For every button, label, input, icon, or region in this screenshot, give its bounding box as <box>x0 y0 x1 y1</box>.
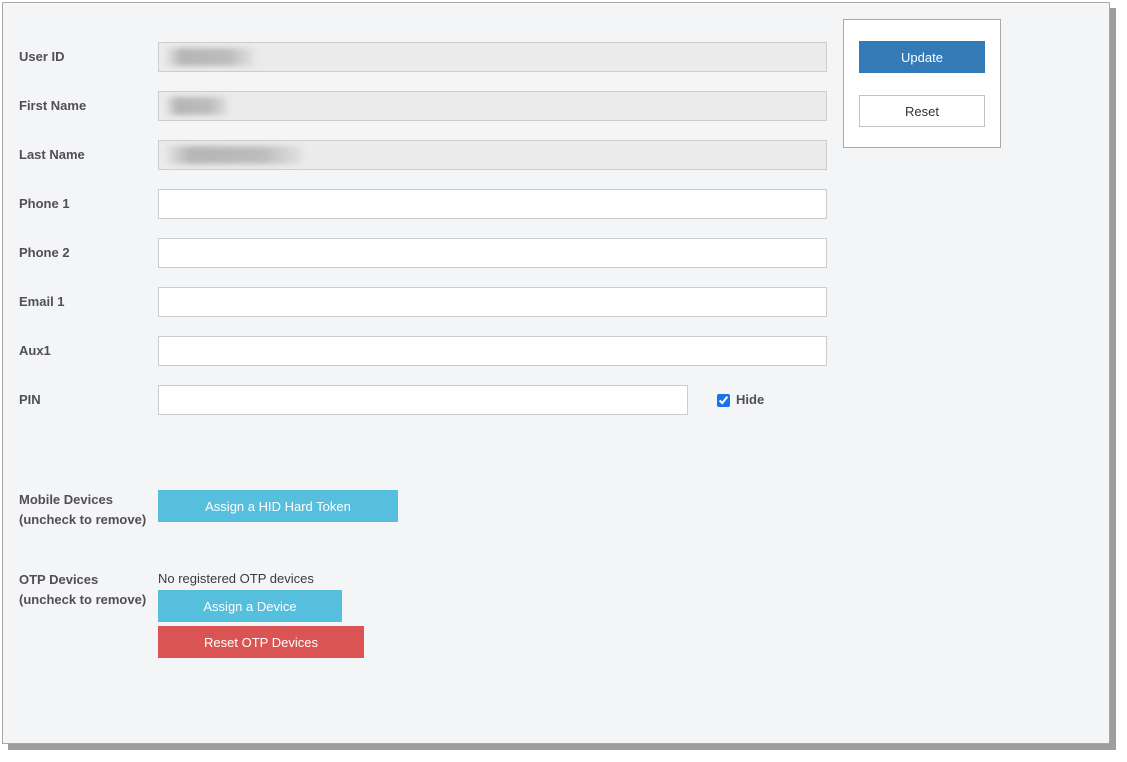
hide-pin-group: Hide <box>717 385 764 415</box>
field-row: PIN Hide <box>3 385 833 415</box>
otp-devices-label: OTP Devices (uncheck to remove) <box>19 572 147 607</box>
input-email-1[interactable] <box>158 287 827 317</box>
otp-devices-status-text: No registered OTP devices <box>158 571 314 586</box>
field-label: Aux1 <box>19 343 51 358</box>
field-row: User ID <box>3 42 833 72</box>
field-row: Aux1 <box>3 336 833 366</box>
reset-otp-devices-button[interactable]: Reset OTP Devices <box>158 626 364 658</box>
reset-button[interactable]: Reset <box>859 95 985 127</box>
field-row: Phone 2 <box>3 238 833 268</box>
hide-pin-checkbox[interactable] <box>717 393 730 407</box>
user-profile-form: User ID First Name Last Name Phone 1 Phone 2… <box>3 3 833 743</box>
field-label: PIN <box>19 392 41 407</box>
field-row: Last Name <box>3 140 833 170</box>
action-panel: Update Reset <box>843 19 1001 148</box>
input-last-name <box>158 140 827 170</box>
hide-pin-label[interactable]: Hide <box>736 385 764 415</box>
field-label: Phone 1 <box>19 196 70 211</box>
input-user-id <box>158 42 827 72</box>
input-phone-2[interactable] <box>158 238 827 268</box>
field-label: Email 1 <box>19 294 65 309</box>
input-phone-1[interactable] <box>158 189 827 219</box>
field-label: User ID <box>19 49 65 64</box>
input-pin[interactable] <box>158 385 688 415</box>
assign-device-button[interactable]: Assign a Device <box>158 590 342 622</box>
user-detail-window: User ID First Name Last Name Phone 1 Phone 2… <box>2 2 1110 744</box>
field-row: First Name <box>3 91 833 121</box>
assign-hid-hard-token-button[interactable]: Assign a HID Hard Token <box>158 490 398 522</box>
field-label: Phone 2 <box>19 245 70 260</box>
field-label: First Name <box>19 98 87 113</box>
mobile-devices-label: Mobile Devices (uncheck to remove) <box>19 492 147 527</box>
mobile-devices-controls: Assign a HID Hard Token <box>158 490 398 522</box>
update-button[interactable]: Update <box>859 41 985 73</box>
input-aux1[interactable] <box>158 336 827 366</box>
field-label: Last Name <box>19 147 85 162</box>
input-first-name <box>158 91 827 121</box>
otp-devices-controls: No registered OTP devices Assign a Devic… <box>158 570 364 658</box>
field-row: Email 1 <box>3 287 833 317</box>
field-row: Phone 1 <box>3 189 833 219</box>
